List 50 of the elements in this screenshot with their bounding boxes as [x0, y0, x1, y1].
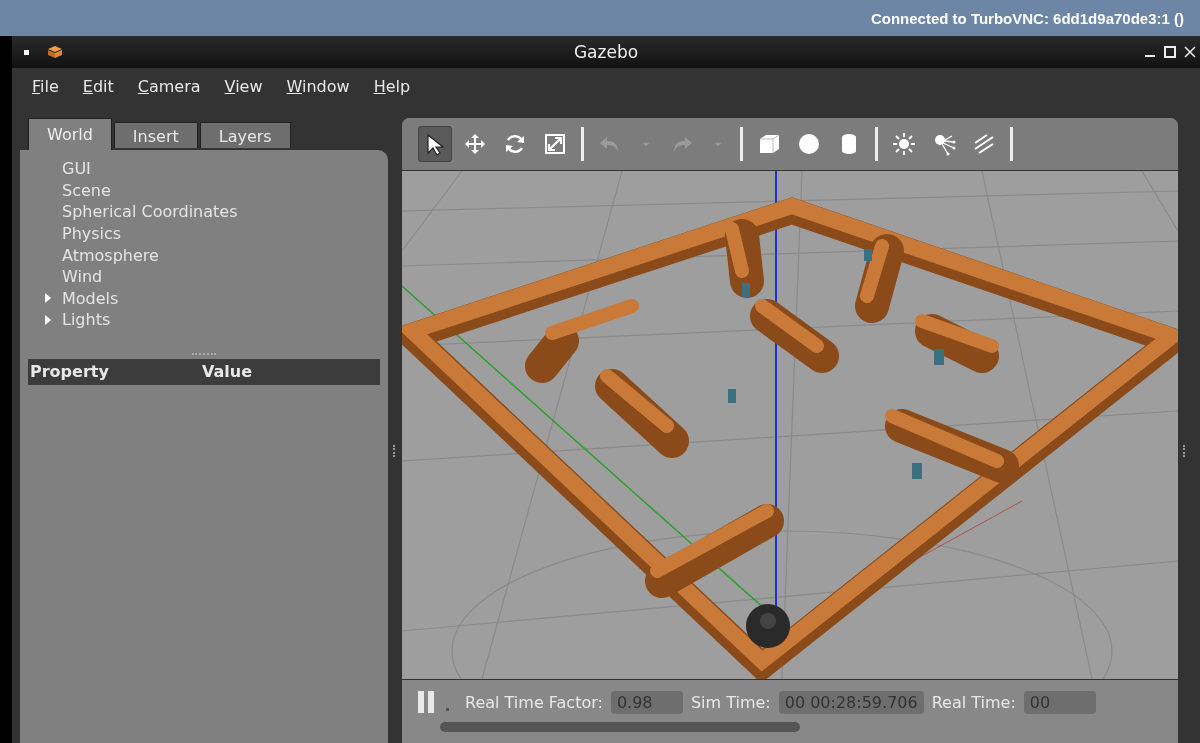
tree-item[interactable]: Wind: [62, 267, 103, 287]
splitter-handle[interactable]: [392, 444, 398, 457]
column-header: Property: [29, 362, 110, 382]
menu-item[interactable]: Window: [286, 76, 350, 96]
splitter-handle[interactable]: [1182, 444, 1188, 457]
rotate-icon: [503, 132, 527, 156]
panel-tab[interactable]: Layers: [199, 122, 291, 148]
connection-title: Connected to TurboVNC: 6dd1d9a70de3:1 (): [870, 9, 1184, 27]
column-header: Value: [201, 362, 254, 382]
scale-icon: [543, 132, 567, 156]
expand-arrow-icon[interactable]: [44, 313, 52, 326]
menu-item[interactable]: View: [224, 76, 263, 96]
tree-item[interactable]: Spherical Coordinates: [62, 202, 238, 222]
sun-icon: [892, 132, 916, 156]
splitter-handle[interactable]: [192, 352, 216, 358]
caret-icon: [642, 141, 650, 147]
pause-icon[interactable]: [416, 690, 436, 714]
spotlight-icon: [932, 132, 956, 156]
menu-item[interactable]: Help: [373, 76, 411, 96]
tree-item[interactable]: Atmosphere: [62, 245, 159, 265]
expand-arrow-icon[interactable]: [44, 292, 52, 305]
panel-tab[interactable]: World: [28, 118, 112, 150]
tree-item[interactable]: Physics: [62, 224, 122, 244]
window-title: Gazebo: [573, 42, 639, 62]
sphere-icon: [797, 132, 821, 156]
maximize-icon[interactable]: [1164, 46, 1176, 58]
app-icon: [47, 45, 63, 59]
step-icon[interactable]: [446, 707, 449, 711]
readout-field: 00: [1023, 690, 1096, 714]
close-icon[interactable]: [1184, 46, 1196, 58]
move-arrows-icon: [463, 132, 487, 156]
window-menu-icon[interactable]: [24, 49, 29, 55]
tree-item[interactable]: Scene: [62, 180, 111, 200]
caret-icon: [714, 141, 722, 147]
field-label: Sim Time:: [690, 692, 771, 712]
menu-item[interactable]: File: [32, 76, 59, 96]
readout-field: 00 00:28:59.706: [778, 690, 924, 714]
field-label: Real Time:: [931, 692, 1016, 712]
scrollbar-thumb[interactable]: [440, 722, 800, 732]
slanted-lines-icon: [972, 132, 996, 156]
panel-tab[interactable]: Insert: [113, 122, 198, 148]
menu-item[interactable]: Camera: [137, 76, 201, 96]
tree-item[interactable]: GUI: [62, 159, 91, 179]
readout-field: 0.98: [610, 690, 683, 714]
field-label: Real Time Factor:: [465, 692, 603, 712]
tree-item[interactable]: Models: [62, 288, 119, 308]
tree-item[interactable]: Lights: [62, 310, 111, 330]
pointer-tool-button[interactable]: [418, 126, 452, 162]
box-icon: [757, 132, 781, 156]
menu-item[interactable]: Edit: [82, 76, 114, 96]
